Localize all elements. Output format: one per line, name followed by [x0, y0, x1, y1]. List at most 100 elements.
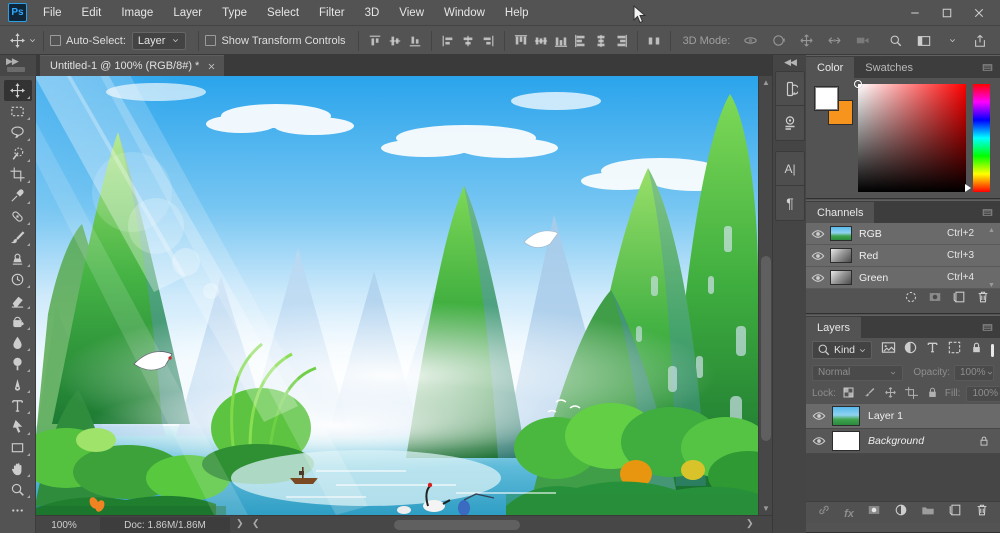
close-icon[interactable] — [207, 62, 216, 71]
rectangle-tool[interactable] — [4, 437, 32, 458]
distribute-vertical-centers-button[interactable] — [531, 31, 551, 51]
window-minimize-button[interactable] — [902, 3, 928, 23]
layer-filter-toggle[interactable] — [991, 343, 994, 357]
menu-help[interactable]: Help — [495, 0, 539, 26]
history-panel-button[interactable] — [776, 72, 804, 106]
align-vertical-centers-button[interactable] — [385, 31, 405, 51]
canvas-vertical-scrollbar[interactable]: ▲ ▼ — [758, 76, 772, 515]
marquee-tool[interactable] — [4, 101, 32, 122]
collapse-toolbar-icon[interactable]: ▶▶ — [6, 56, 19, 67]
scroll-down-icon[interactable]: ▼ — [988, 282, 995, 289]
chevron-down-button[interactable] — [942, 31, 962, 51]
eraser-tool[interactable] — [4, 290, 32, 311]
expand-panels-icon[interactable]: ◀◀ — [773, 57, 807, 68]
roll-3d-icon-button[interactable] — [768, 31, 788, 51]
shape-layer-filter-button[interactable] — [947, 340, 962, 360]
lock-paint-button[interactable] — [863, 386, 876, 402]
new-channel-button[interactable] — [952, 290, 966, 309]
adjustment-layer-button[interactable] — [894, 503, 908, 522]
foreground-color-swatch[interactable] — [814, 86, 839, 111]
auto-select-target-dropdown[interactable]: Layer — [131, 31, 187, 50]
distribute-spacing-button[interactable] — [644, 31, 664, 51]
layer-row[interactable]: Background — [806, 429, 1000, 454]
history-brush-tool[interactable] — [4, 269, 32, 290]
crop-tool[interactable] — [4, 164, 32, 185]
channels-scrollbar[interactable]: ▲ ▼ — [985, 225, 997, 291]
scroll-up-icon[interactable]: ▲ — [988, 227, 995, 234]
window-maximize-button[interactable] — [934, 3, 960, 23]
delete-channel-button[interactable] — [976, 290, 990, 309]
window-close-button[interactable] — [966, 3, 992, 23]
layer-filter-kind-dropdown[interactable]: Kind — [812, 341, 872, 359]
panel-menu-icon[interactable] — [981, 207, 994, 218]
hand-tool[interactable] — [4, 458, 32, 479]
fill-value-dropdown[interactable]: 100% — [966, 385, 1000, 402]
align-horizontal-centers-button[interactable] — [458, 31, 478, 51]
layer-thumbnail[interactable] — [832, 406, 860, 426]
smart-object-filter-button[interactable] — [969, 340, 984, 360]
clone-stamp-tool[interactable] — [4, 248, 32, 269]
distribute-left-edges-button[interactable] — [571, 31, 591, 51]
pixel-layer-filter-button[interactable] — [881, 340, 896, 360]
zoom-tool[interactable] — [4, 479, 32, 500]
eye-icon[interactable] — [806, 271, 830, 285]
menu-view[interactable]: View — [389, 0, 434, 26]
channel-row[interactable]: RGB Ctrl+2 — [806, 223, 1000, 245]
document-size-info[interactable]: Doc: 1.86M/1.86M — [100, 517, 230, 533]
dolly-3d-icon-button[interactable] — [852, 31, 872, 51]
zoom-level-field[interactable]: 100% — [42, 516, 86, 533]
menu-image[interactable]: Image — [111, 0, 163, 26]
status-expand-icon[interactable]: ❯ — [236, 518, 244, 529]
share-button[interactable] — [970, 31, 990, 51]
layer-name[interactable]: Layer 1 — [868, 410, 903, 422]
paragraph-panel-button[interactable]: ¶ — [776, 186, 804, 220]
distribute-horizontal-centers-button[interactable] — [591, 31, 611, 51]
lock-position-button[interactable] — [884, 386, 897, 402]
distribute-right-edges-button[interactable] — [611, 31, 631, 51]
align-left-edges-button[interactable] — [438, 31, 458, 51]
channel-row[interactable]: Red Ctrl+3 — [806, 245, 1000, 267]
eye-icon[interactable] — [806, 434, 832, 448]
layer-style-button[interactable]: fx — [844, 504, 854, 522]
scroll-right-icon[interactable]: ❯ — [746, 518, 754, 529]
canvas-image[interactable] — [36, 76, 758, 515]
move-tool[interactable] — [3, 80, 32, 101]
vertical-scroll-thumb[interactable] — [761, 256, 771, 441]
link-layers-button[interactable] — [817, 503, 831, 522]
menu-layer[interactable]: Layer — [163, 0, 212, 26]
layer-mask-button[interactable] — [867, 503, 881, 522]
show-transform-checkbox-box[interactable] — [205, 35, 217, 46]
eye-icon[interactable] — [806, 227, 830, 241]
adjustments-panel-button[interactable] — [776, 106, 804, 140]
align-right-edges-button[interactable] — [478, 31, 498, 51]
slide-3d-icon-button[interactable] — [824, 31, 844, 51]
auto-select-checkbox[interactable]: Auto-Select: — [50, 35, 126, 47]
healing-brush-tool[interactable] — [4, 206, 32, 227]
toolbar-ellipsis[interactable] — [4, 500, 32, 521]
brush-tool[interactable] — [4, 227, 32, 248]
menu-edit[interactable]: Edit — [72, 0, 112, 26]
delete-layer-button[interactable] — [975, 503, 989, 522]
hue-slider[interactable] — [973, 84, 990, 192]
type-layer-filter-button[interactable] — [925, 340, 940, 360]
layer-name[interactable]: Background — [868, 435, 924, 447]
new-layer-button[interactable] — [948, 503, 962, 522]
scroll-down-icon[interactable]: ▼ — [759, 504, 773, 513]
tab-layers[interactable]: Layers — [806, 317, 862, 338]
lasso-tool[interactable] — [4, 122, 32, 143]
gradient-tool[interactable] — [4, 311, 32, 332]
auto-select-checkbox-box[interactable] — [50, 35, 61, 46]
drag-3d-icon-button[interactable] — [796, 31, 816, 51]
eye-icon[interactable] — [806, 249, 830, 263]
align-bottom-edges-button[interactable] — [405, 31, 425, 51]
menu-type[interactable]: Type — [212, 0, 257, 26]
load-selection-button[interactable] — [904, 290, 918, 309]
pen-tool[interactable] — [4, 374, 32, 395]
canvas-horizontal-scrollbar[interactable] — [258, 518, 740, 532]
menu-window[interactable]: Window — [434, 0, 495, 26]
quick-select-tool[interactable] — [4, 143, 32, 164]
color-picker-marker[interactable] — [854, 80, 862, 88]
dodge-tool[interactable] — [4, 353, 32, 374]
path-select-tool[interactable] — [4, 416, 32, 437]
horizontal-scroll-thumb[interactable] — [394, 520, 520, 530]
